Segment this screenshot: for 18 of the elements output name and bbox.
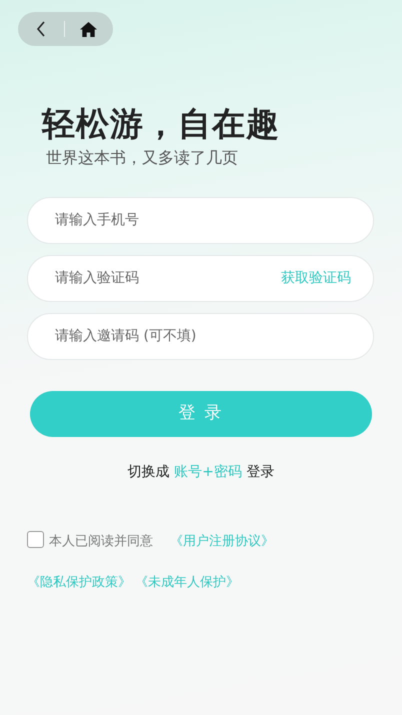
- back-icon: [36, 21, 46, 37]
- switch-login-text: 切换成 账号+密码 登录: [126, 462, 276, 482]
- headline: 轻松游，自在趣: [42, 104, 281, 144]
- text-input[interactable]: 请输入邀请码 (可不填): [53, 324, 351, 348]
- text-input[interactable]: 请输入验证码: [53, 266, 281, 290]
- agree-checkbox[interactable]: [27, 530, 44, 548]
- input-field[interactable]: 请输入验证码 获取验证码: [27, 254, 374, 302]
- input-field[interactable]: 请输入邀请码 (可不填): [27, 312, 374, 360]
- switch-link[interactable]: 账号+密码: [174, 464, 242, 480]
- login-button[interactable]: 登 录: [30, 390, 372, 437]
- agreement-link[interactable]: 《未成年人保护》: [135, 574, 240, 590]
- agreement-link[interactable]: 《用户注册协议》: [170, 534, 274, 549]
- get-code-button[interactable]: 获取验证码: [281, 268, 351, 289]
- input-field[interactable]: 请输入手机号: [27, 196, 374, 244]
- agreement-link[interactable]: 《隐私保护政策》: [27, 574, 131, 590]
- subtitle: 世界这本书，又多读了几页: [46, 146, 239, 169]
- text-input[interactable]: 请输入手机号: [53, 208, 351, 232]
- home-icon: [80, 22, 96, 36]
